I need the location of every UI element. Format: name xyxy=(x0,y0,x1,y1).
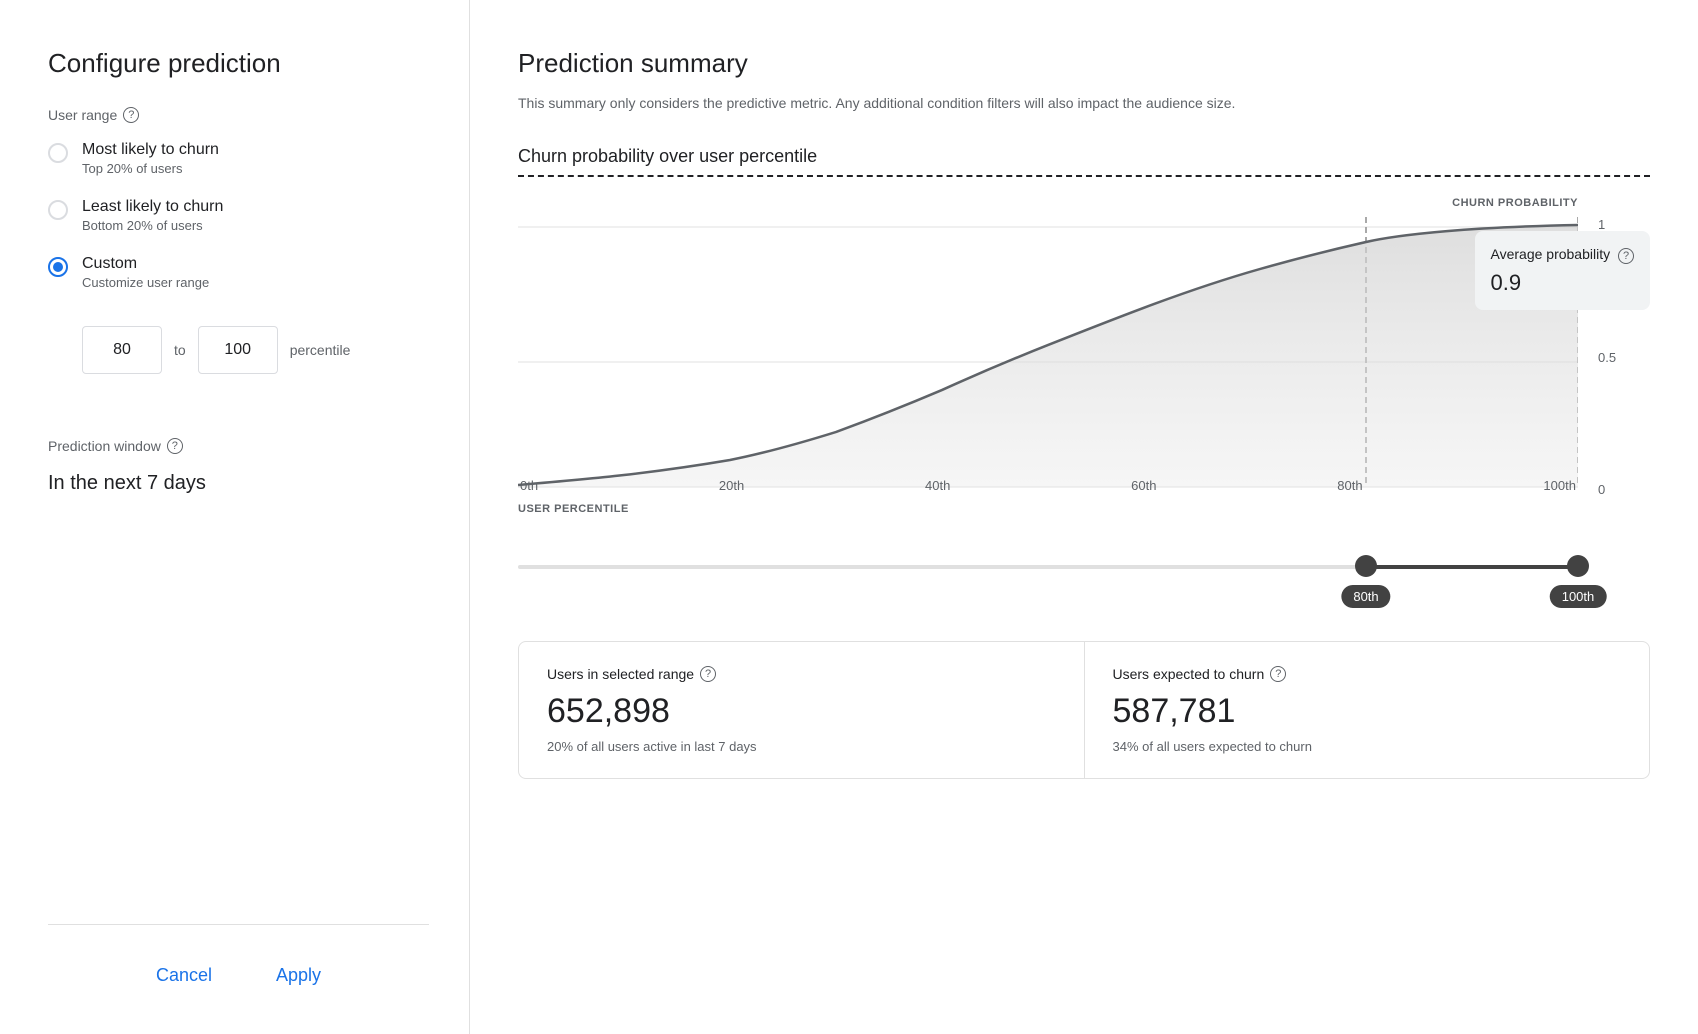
stat-users-churn-help-icon[interactable]: ? xyxy=(1270,666,1286,682)
chart-area: CHURN PROBABILITY xyxy=(518,197,1650,609)
prediction-window-label: Prediction window xyxy=(48,438,161,454)
percentile-inputs: to percentile xyxy=(82,326,429,374)
apply-button[interactable]: Apply xyxy=(260,957,337,994)
x-label-100: 100th xyxy=(1543,478,1576,493)
user-range-label: User range xyxy=(48,107,117,123)
chart-svg xyxy=(518,217,1578,497)
configure-title: Configure prediction xyxy=(48,48,429,79)
radio-circle-custom[interactable] xyxy=(48,257,68,277)
stats-cards: Users in selected range ? 652,898 20% of… xyxy=(518,641,1650,779)
y-label-1: 1 xyxy=(1590,217,1650,232)
prediction-window-label-row: Prediction window ? xyxy=(48,438,429,454)
radio-least-likely[interactable]: Least likely to churn Bottom 20% of user… xyxy=(48,198,429,233)
stat-users-selected-help-icon[interactable]: ? xyxy=(700,666,716,682)
slider-container: 80th 100th xyxy=(518,549,1578,609)
stat-value-users-churn: 587,781 xyxy=(1113,692,1622,731)
radio-circle-least-likely[interactable] xyxy=(48,200,68,220)
tooltip-help-icon[interactable]: ? xyxy=(1618,248,1634,264)
percentile-from-input[interactable] xyxy=(82,326,162,374)
stat-sub-users-churn: 34% of all users expected to churn xyxy=(1113,739,1622,754)
prediction-window-section: Prediction window ? In the next 7 days xyxy=(48,438,429,495)
radio-custom-sublabel: Customize user range xyxy=(82,275,209,290)
summary-description: This summary only considers the predicti… xyxy=(518,93,1338,114)
chart-container: 1 0.5 0 Average probability ? 0.9 0th 20… xyxy=(518,217,1650,537)
radio-custom[interactable]: Custom Customize user range xyxy=(48,255,429,290)
x-label-60: 60th xyxy=(1131,478,1156,493)
stat-card-users-selected: Users in selected range ? 652,898 20% of… xyxy=(519,642,1085,778)
stat-title-users-churn: Users expected to churn ? xyxy=(1113,666,1622,682)
slider-label-left: 80th xyxy=(1341,585,1390,608)
percentile-to-input[interactable] xyxy=(198,326,278,374)
prediction-window-help-icon[interactable]: ? xyxy=(167,438,183,454)
chart-tooltip: Average probability ? 0.9 xyxy=(1475,231,1651,310)
slider-thumb-right[interactable] xyxy=(1567,555,1589,577)
slider-label-right: 100th xyxy=(1550,585,1607,608)
radio-least-likely-label: Least likely to churn xyxy=(82,198,223,216)
radio-most-likely[interactable]: Most likely to churn Top 20% of users xyxy=(48,141,429,176)
stat-title-users-selected: Users in selected range ? xyxy=(547,666,1056,682)
left-panel: Configure prediction User range ? Most l… xyxy=(0,0,470,1034)
tooltip-title: Average probability ? xyxy=(1491,245,1635,264)
tooltip-value: 0.9 xyxy=(1491,270,1635,296)
prediction-summary-title: Prediction summary xyxy=(518,48,1650,79)
stat-card-users-churn: Users expected to churn ? 587,781 34% of… xyxy=(1085,642,1650,778)
chart-svg-wrapper xyxy=(518,217,1578,497)
percentile-separator: to xyxy=(174,342,186,358)
x-axis-labels: 0th 20th 40th 60th 80th 100th xyxy=(518,478,1578,493)
user-range-help-icon[interactable]: ? xyxy=(123,107,139,123)
stat-value-users-selected: 652,898 xyxy=(547,692,1056,731)
x-label-20: 20th xyxy=(719,478,744,493)
user-range-options: Most likely to churn Top 20% of users Le… xyxy=(48,141,429,374)
right-panel: Prediction summary This summary only con… xyxy=(470,0,1698,1034)
x-label-0: 0th xyxy=(520,478,538,493)
radio-least-likely-sublabel: Bottom 20% of users xyxy=(82,218,223,233)
chart-title: Churn probability over user percentile xyxy=(518,146,1650,177)
stat-sub-users-selected: 20% of all users active in last 7 days xyxy=(547,739,1056,754)
chart-area-fill xyxy=(518,225,1578,487)
radio-most-likely-label: Most likely to churn xyxy=(82,141,219,159)
y-label-0: 0 xyxy=(1590,482,1650,497)
radio-most-likely-sublabel: Top 20% of users xyxy=(82,161,219,176)
chart-y-axis-label: CHURN PROBABILITY xyxy=(1452,197,1578,209)
chart-x-axis-label: USER PERCENTILE xyxy=(518,503,629,515)
slider-thumb-left[interactable] xyxy=(1355,555,1377,577)
percentile-suffix: percentile xyxy=(290,342,351,358)
user-range-section: User range ? xyxy=(48,107,429,123)
prediction-window-value: In the next 7 days xyxy=(48,472,429,495)
radio-circle-most-likely[interactable] xyxy=(48,143,68,163)
slider-range xyxy=(1366,565,1578,569)
x-label-80: 80th xyxy=(1337,478,1362,493)
x-label-40: 40th xyxy=(925,478,950,493)
bottom-buttons: Cancel Apply xyxy=(48,924,429,994)
radio-custom-label: Custom xyxy=(82,255,209,273)
cancel-button[interactable]: Cancel xyxy=(140,957,228,994)
y-label-0-5: 0.5 xyxy=(1590,350,1650,365)
